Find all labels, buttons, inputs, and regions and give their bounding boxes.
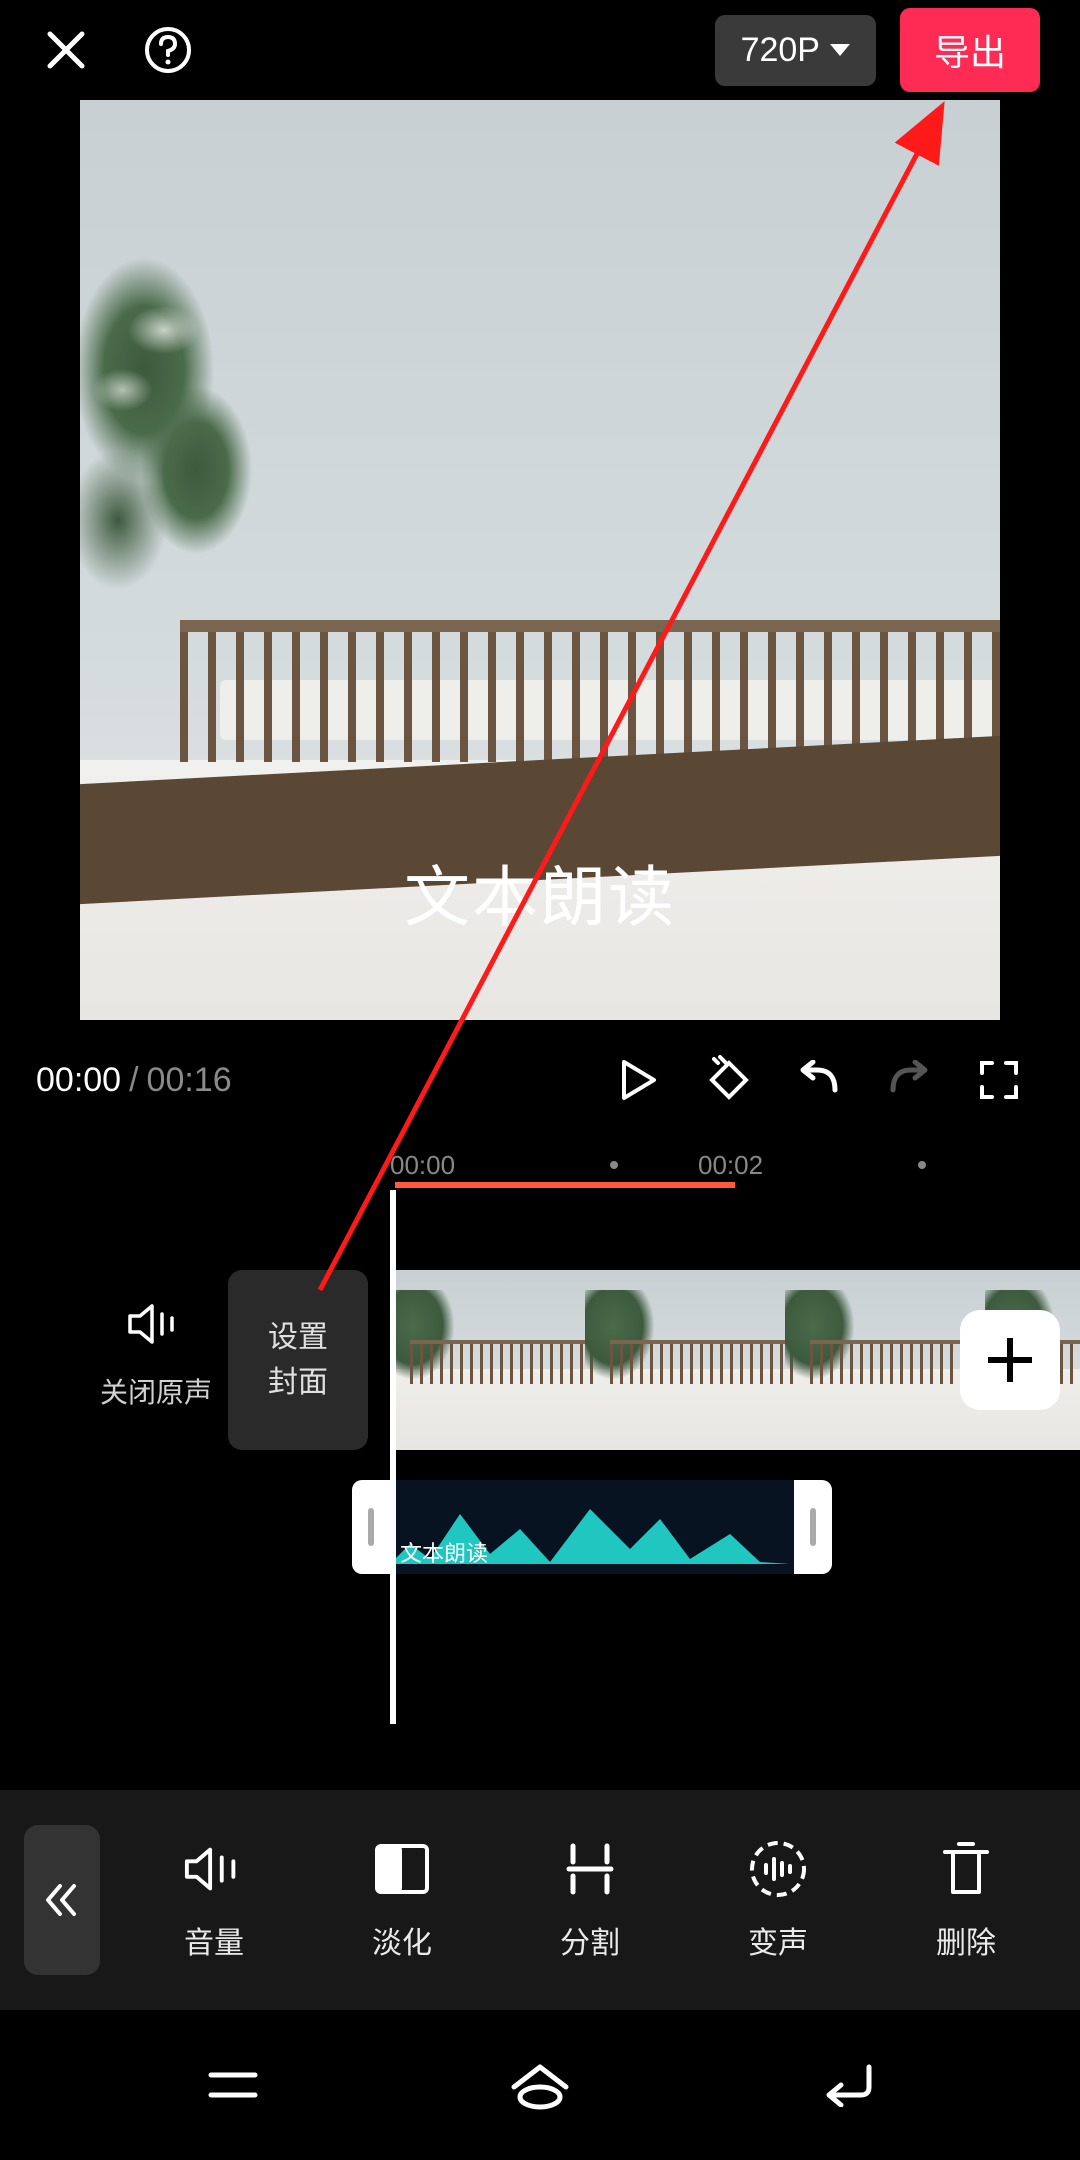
mute-label: 关闭原声 — [100, 1371, 212, 1411]
help-button[interactable] — [142, 24, 194, 76]
current-time: 00:00 — [36, 1061, 121, 1099]
video-preview[interactable]: 文本朗读 — [80, 100, 1000, 1020]
volume-icon — [183, 1838, 245, 1900]
timecode: 00:00/00:16 — [36, 1061, 232, 1100]
chevron-down-icon — [830, 44, 850, 56]
ruler-mark: 00:02 — [698, 1150, 918, 1181]
collapse-toolbar-button[interactable] — [24, 1825, 100, 1975]
nav-menu-button[interactable] — [198, 2050, 268, 2120]
tool-label: 淡化 — [372, 1918, 432, 1962]
tool-voice-change[interactable]: 变声 — [747, 1838, 809, 1962]
nav-back-button[interactable] — [812, 2050, 882, 2120]
tool-delete[interactable]: 删除 — [935, 1838, 997, 1962]
text-overlay[interactable]: 文本朗读 — [404, 844, 676, 940]
resolution-label: 720P — [741, 31, 820, 70]
keyframe-button[interactable] — [684, 1052, 774, 1108]
play-button[interactable] — [594, 1052, 684, 1108]
cover-label: 设置 封面 — [268, 1315, 328, 1405]
tool-volume[interactable]: 音量 — [183, 1838, 245, 1962]
nav-home-button[interactable] — [505, 2050, 575, 2120]
fullscreen-button[interactable] — [954, 1052, 1044, 1108]
playhead[interactable] — [390, 1190, 396, 1724]
fade-icon — [371, 1838, 433, 1900]
audio-clip[interactable]: 文本朗读 — [352, 1480, 832, 1574]
audio-indicator-line — [395, 1182, 735, 1188]
voice-change-icon — [747, 1838, 809, 1900]
tool-label: 删除 — [936, 1918, 996, 1962]
delete-icon — [935, 1838, 997, 1900]
tool-fade[interactable]: 淡化 — [371, 1838, 433, 1962]
duration: 00:16 — [147, 1061, 232, 1099]
tool-label: 变声 — [748, 1918, 808, 1962]
tool-label: 音量 — [184, 1918, 244, 1962]
timeline[interactable]: 关闭原声 设置 封面 文本朗读 — [0, 1190, 1080, 1710]
tool-label: 分割 — [560, 1918, 620, 1962]
mute-icon[interactable] — [100, 1300, 212, 1353]
export-label: 导出 — [934, 32, 1006, 73]
export-button[interactable]: 导出 — [900, 8, 1040, 92]
undo-button[interactable] — [774, 1052, 864, 1108]
ruler-mark: 00:00 — [390, 1150, 610, 1181]
tool-split[interactable]: 分割 — [559, 1838, 621, 1962]
audio-handle-left[interactable] — [352, 1480, 390, 1574]
audio-clip-label: 文本朗读 — [400, 1536, 488, 1568]
audio-handle-right[interactable] — [794, 1480, 832, 1574]
redo-button[interactable] — [864, 1052, 954, 1108]
set-cover-button[interactable]: 设置 封面 — [228, 1270, 368, 1450]
add-clip-button[interactable] — [960, 1310, 1060, 1410]
split-icon — [559, 1838, 621, 1900]
close-button[interactable] — [40, 24, 92, 76]
resolution-dropdown[interactable]: 720P — [715, 15, 876, 86]
